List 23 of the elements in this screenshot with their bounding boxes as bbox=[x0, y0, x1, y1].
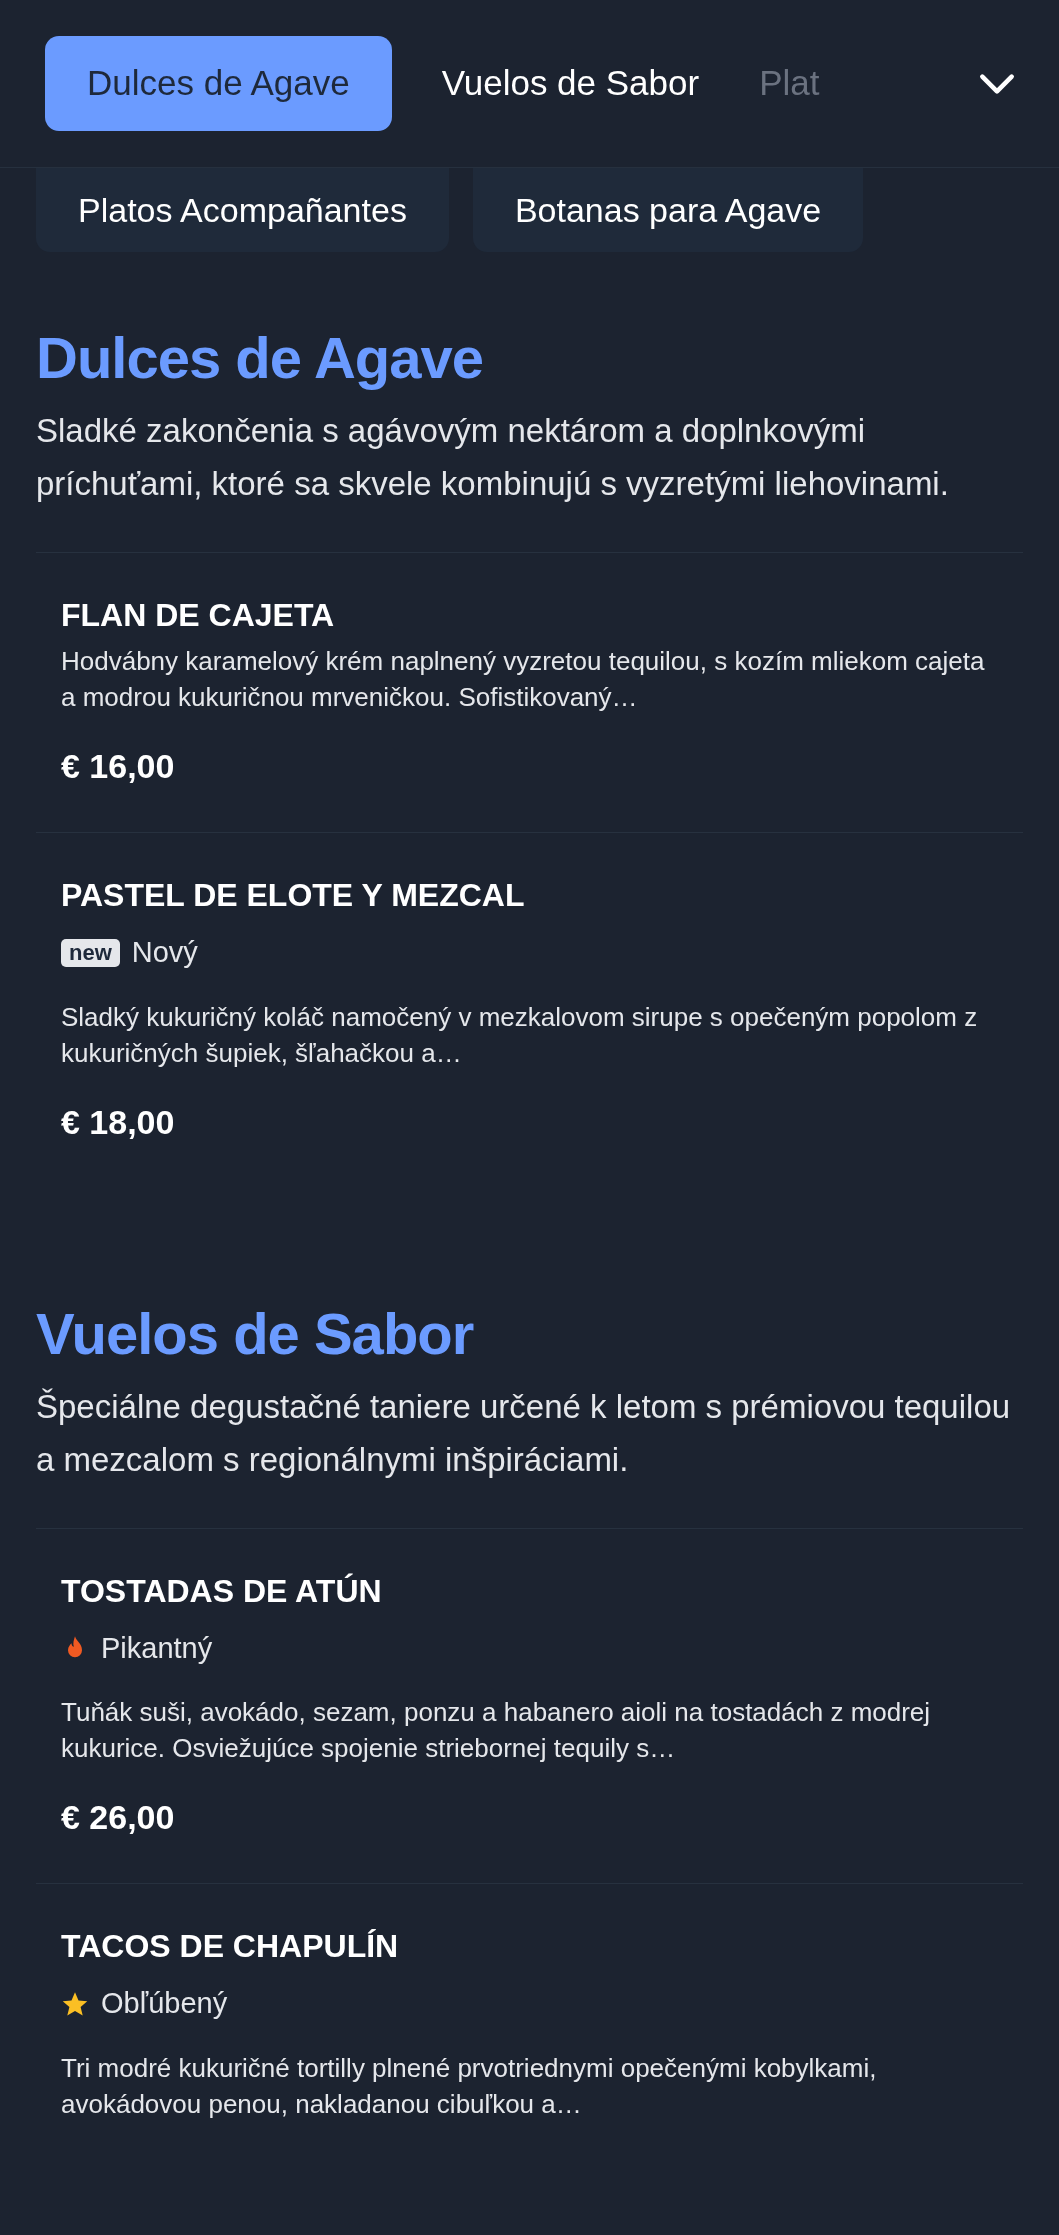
section-description: Špeciálne degustačné taniere určené k letom s prémiovou tequilou a mezcalom s regionálnymi inšpiráciami. bbox=[36, 1386, 1012, 1480]
item-tag-label: Pikantný bbox=[101, 1630, 213, 1666]
category-tab[interactable]: Platos Acompañantes bbox=[36, 168, 449, 252]
item-tag-label: Nový bbox=[131, 935, 198, 970]
section-title: Dulces de Agave bbox=[36, 324, 485, 392]
item-name: TACOS DE CHAPULÍN bbox=[61, 1927, 400, 1966]
section-title: Vuelos de Sabor bbox=[36, 1299, 475, 1368]
item-tag-label: Obľúbený bbox=[101, 1986, 228, 2021]
item-name: FLAN DE CAJETA bbox=[61, 596, 336, 635]
item-description: Tri modré kukuričné tortilly plnené prvotriednymi opečenými kobylkami, avokádovou penou, nakladanou cibuľkou a… bbox=[61, 2051, 878, 2121]
item-price: € 26,00 bbox=[61, 1797, 176, 1838]
category-tab[interactable]: Botanas para Agave bbox=[472, 168, 864, 252]
item-description: Hodvábny karamelový krém naplnený vyzretou tequilou, s kozím mliekom cajeta a modrou kukuričnou mrveničkou. Sofistikovaný… bbox=[61, 645, 986, 714]
item-price: € 18,00 bbox=[61, 1101, 176, 1143]
item-price: € 16,00 bbox=[61, 746, 176, 787]
item-description: Sladký kukuričný koláč namočený v mezkalovom sirupe s opečeným popolom z kukuričných šupiek, šľahačkou a… bbox=[61, 1000, 979, 1070]
category-tab[interactable]: Vuelos de Sabor bbox=[421, 36, 720, 131]
section-description: Sladké zakončenia s agávovým nektárom a doplnkovými príchuťami, ktoré sa skvele kombinujú s vyzretými liehovinami. bbox=[36, 411, 950, 504]
new-badge: new bbox=[61, 938, 120, 967]
item-name: PASTEL DE ELOTE Y MEZCAL bbox=[61, 876, 526, 915]
category-tab[interactable]: Dulces de Agave bbox=[45, 36, 392, 131]
item-name: TOSTADAS DE ATÚN bbox=[61, 1571, 383, 1611]
item-description: Tuňák suši, avokádo, sezam, ponzu a habanero aioli na tostadách z modrej kukurice. Osviežujúce spojenie striebornej tequily s… bbox=[61, 1696, 932, 1765]
